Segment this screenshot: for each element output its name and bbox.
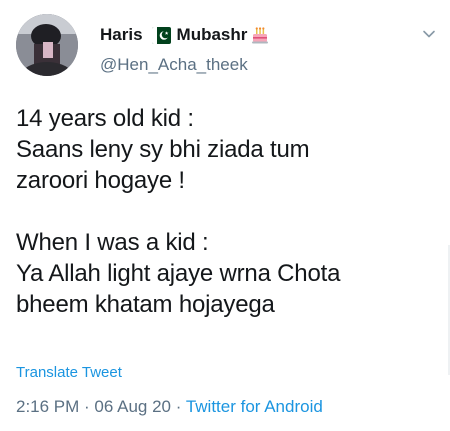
tweet-line: Saans leny sy bhi ziada tum xyxy=(16,136,310,163)
tweet-line: 14 years old kid : xyxy=(16,105,194,132)
display-name[interactable]: Haris Mubashr xyxy=(100,25,269,45)
translate-tweet-link[interactable]: Translate Tweet xyxy=(16,364,122,381)
birthday-cake-icon xyxy=(251,26,269,44)
tweet-line: When I was a kid : xyxy=(16,229,209,256)
tweet-meta: 2:16 PM · 06 Aug 20 · Twitter for Androi… xyxy=(16,397,323,417)
chevron-down-icon[interactable] xyxy=(421,26,437,42)
pakistan-flag-icon xyxy=(151,26,171,44)
meta-separator: · xyxy=(171,397,186,416)
avatar[interactable] xyxy=(16,14,78,76)
tweet-source-link[interactable]: Twitter for Android xyxy=(186,397,323,416)
display-name-first: Haris xyxy=(100,25,143,44)
tweet-date[interactable]: 06 Aug 20 xyxy=(94,397,171,416)
meta-separator: · xyxy=(79,397,95,416)
tweet-line: Ya Allah light ajaye wrna Chota xyxy=(16,260,341,287)
tweet-line: bheem khatam hojayega xyxy=(16,291,275,318)
display-name-last: Mubashr xyxy=(176,25,248,44)
tweet-line: zaroori hogaye ! xyxy=(16,167,185,194)
user-handle[interactable]: @Hen_Acha_theek xyxy=(100,55,248,75)
tweet-text: 14 years old kid : Saans leny sy bhi zia… xyxy=(16,103,441,320)
tweet-time[interactable]: 2:16 PM xyxy=(16,397,79,416)
